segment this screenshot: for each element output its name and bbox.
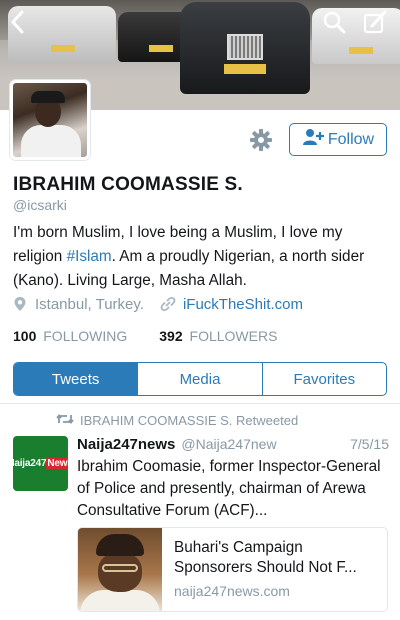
following-label: FOLLOWING — [43, 328, 128, 344]
profile-meta: Istanbul, Turkey. iFuckTheShit.com — [13, 294, 393, 314]
profile-counts: 100 FOLLOWING 392 FOLLOWERS — [13, 328, 277, 344]
followers-count-link[interactable]: 392 FOLLOWERS — [159, 328, 277, 344]
retweet-notice: IBRAHIM COOMASSIE S. Retweeted — [56, 413, 298, 428]
retweet-notice-text: IBRAHIM COOMASSIE S. Retweeted — [80, 413, 299, 428]
tweet-author-handle: @Naija247new — [181, 436, 277, 452]
card-domain: naija247news.com — [174, 583, 290, 599]
tweet-header: Naija247news @Naija247new 7/5/15 — [77, 436, 389, 453]
followers-count: 392 — [159, 328, 183, 344]
card-title: Buhari's Campaign Sponsorers Should Not … — [174, 539, 357, 576]
link-preview-card[interactable]: Buhari's Campaign Sponsorers Should Not … — [77, 527, 388, 612]
tab-favorites[interactable]: Favorites — [261, 363, 386, 395]
search-icon[interactable] — [320, 8, 348, 36]
profile-location: Istanbul, Turkey. — [35, 295, 144, 313]
card-thumbnail — [78, 528, 162, 611]
follow-button-label: Follow — [327, 130, 375, 148]
following-count-link[interactable]: 100 FOLLOWING — [13, 328, 127, 344]
avatar-logo-text: Naija247News — [13, 458, 68, 469]
following-count: 100 — [13, 328, 37, 344]
banner-car-center — [180, 2, 310, 94]
follow-button[interactable]: Follow — [289, 123, 387, 156]
chevron-left-icon[interactable] — [4, 8, 32, 36]
profile-website-link[interactable]: iFuckTheShit.com — [183, 296, 303, 313]
location-pin-icon — [13, 296, 27, 312]
tweet-text: Ibrahim Coomasie, former Inspector-Gener… — [77, 458, 381, 519]
profile-name: IBRAHIM COOMASSIE S. — [13, 174, 243, 195]
profile-tabs: Tweets Media Favorites — [13, 362, 387, 396]
profile-bio: I'm born Muslim, I love being a Muslim, … — [13, 221, 393, 293]
tweet-date: 7/5/15 — [350, 436, 389, 452]
followers-label: FOLLOWERS — [189, 328, 278, 344]
add-user-icon — [302, 128, 324, 151]
compose-icon[interactable] — [362, 8, 390, 36]
bio-hashtag-link[interactable]: #Islam — [67, 248, 112, 265]
tab-media[interactable]: Media — [137, 363, 261, 395]
avatar[interactable] — [10, 80, 90, 160]
divider — [0, 403, 400, 404]
link-icon — [160, 296, 176, 312]
tab-tweets[interactable]: Tweets — [14, 363, 138, 395]
tweet-author-avatar[interactable]: Naija247News — [13, 436, 68, 491]
gear-icon[interactable] — [247, 126, 275, 154]
retweet-icon — [56, 413, 74, 428]
profile-handle: @icsarki — [13, 197, 67, 213]
tweet-author-name[interactable]: Naija247news — [77, 436, 175, 453]
